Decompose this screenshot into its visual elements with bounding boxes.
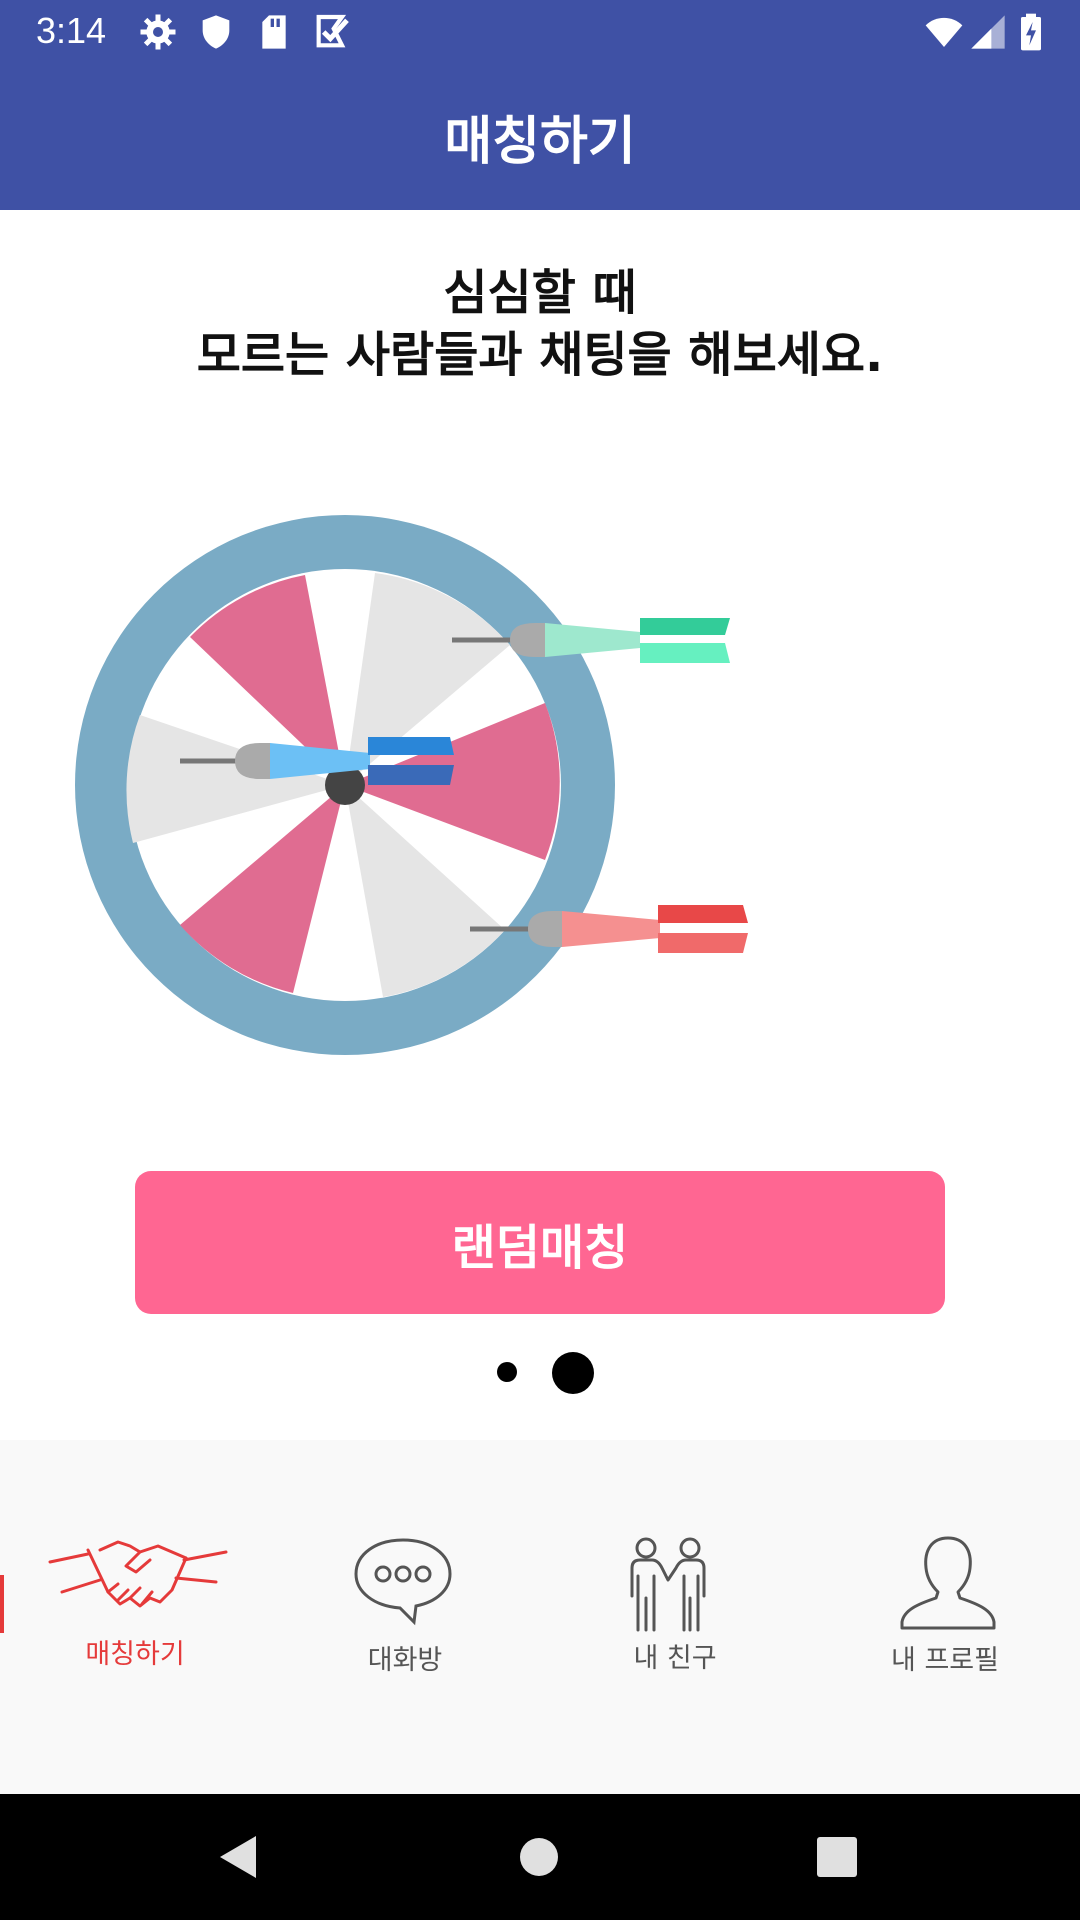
- wifi-icon: [925, 17, 963, 47]
- profile-icon: [900, 1536, 996, 1630]
- nav-active-indicator: [0, 1575, 4, 1633]
- back-icon[interactable]: [216, 1832, 260, 1882]
- nav-item-matching[interactable]: 매칭하기: [0, 1440, 270, 1680]
- checkmark-icon: [316, 14, 349, 48]
- dartboard: [75, 515, 615, 1055]
- battery-icon: [1021, 13, 1041, 51]
- app-bar: 매칭하기: [0, 63, 1080, 210]
- friends-icon: [630, 1537, 706, 1632]
- status-bar: 3:14: [0, 0, 1080, 63]
- headline-line-2: 모르는 사람들과 채팅을 해보세요.: [196, 327, 884, 383]
- nav-label-profile: 내 프로필: [891, 1645, 999, 1676]
- signal-icon: [971, 15, 1005, 49]
- shield-icon: [202, 15, 230, 49]
- headline: 심심할 때 모르는 사람들과 채팅을 해보세요.: [0, 262, 1080, 386]
- nav-label-matching: 매칭하기: [85, 1639, 185, 1670]
- dartboard-illustration: [75, 515, 748, 1055]
- nav-label-friends: 내 친구: [633, 1643, 717, 1674]
- chat-bubble-icon: [354, 1538, 452, 1626]
- system-navigation-bar: [0, 1794, 1080, 1920]
- sd-card-icon: [262, 15, 286, 49]
- recents-icon[interactable]: [816, 1836, 858, 1878]
- nav-item-chat[interactable]: 대화방: [270, 1440, 540, 1680]
- handshake-icon: [48, 1540, 228, 1608]
- random-match-button[interactable]: 랜덤매칭: [135, 1171, 945, 1314]
- nav-label-chat: 대화방: [367, 1645, 443, 1676]
- page-dot-2-active[interactable]: [552, 1352, 594, 1394]
- bottom-navigation: 매칭하기 대화방 내 친구 내 프로필: [0, 1440, 1080, 1794]
- page-dot-1[interactable]: [497, 1362, 517, 1382]
- nav-item-profile[interactable]: 내 프로필: [810, 1440, 1080, 1680]
- nav-item-friends[interactable]: 내 친구: [540, 1440, 810, 1680]
- status-time: 3:14: [36, 10, 107, 51]
- headline-line-1: 심심할 때: [443, 265, 637, 321]
- home-icon[interactable]: [518, 1836, 560, 1878]
- settings-icon: [140, 14, 176, 50]
- page-title: 매칭하기: [444, 112, 636, 172]
